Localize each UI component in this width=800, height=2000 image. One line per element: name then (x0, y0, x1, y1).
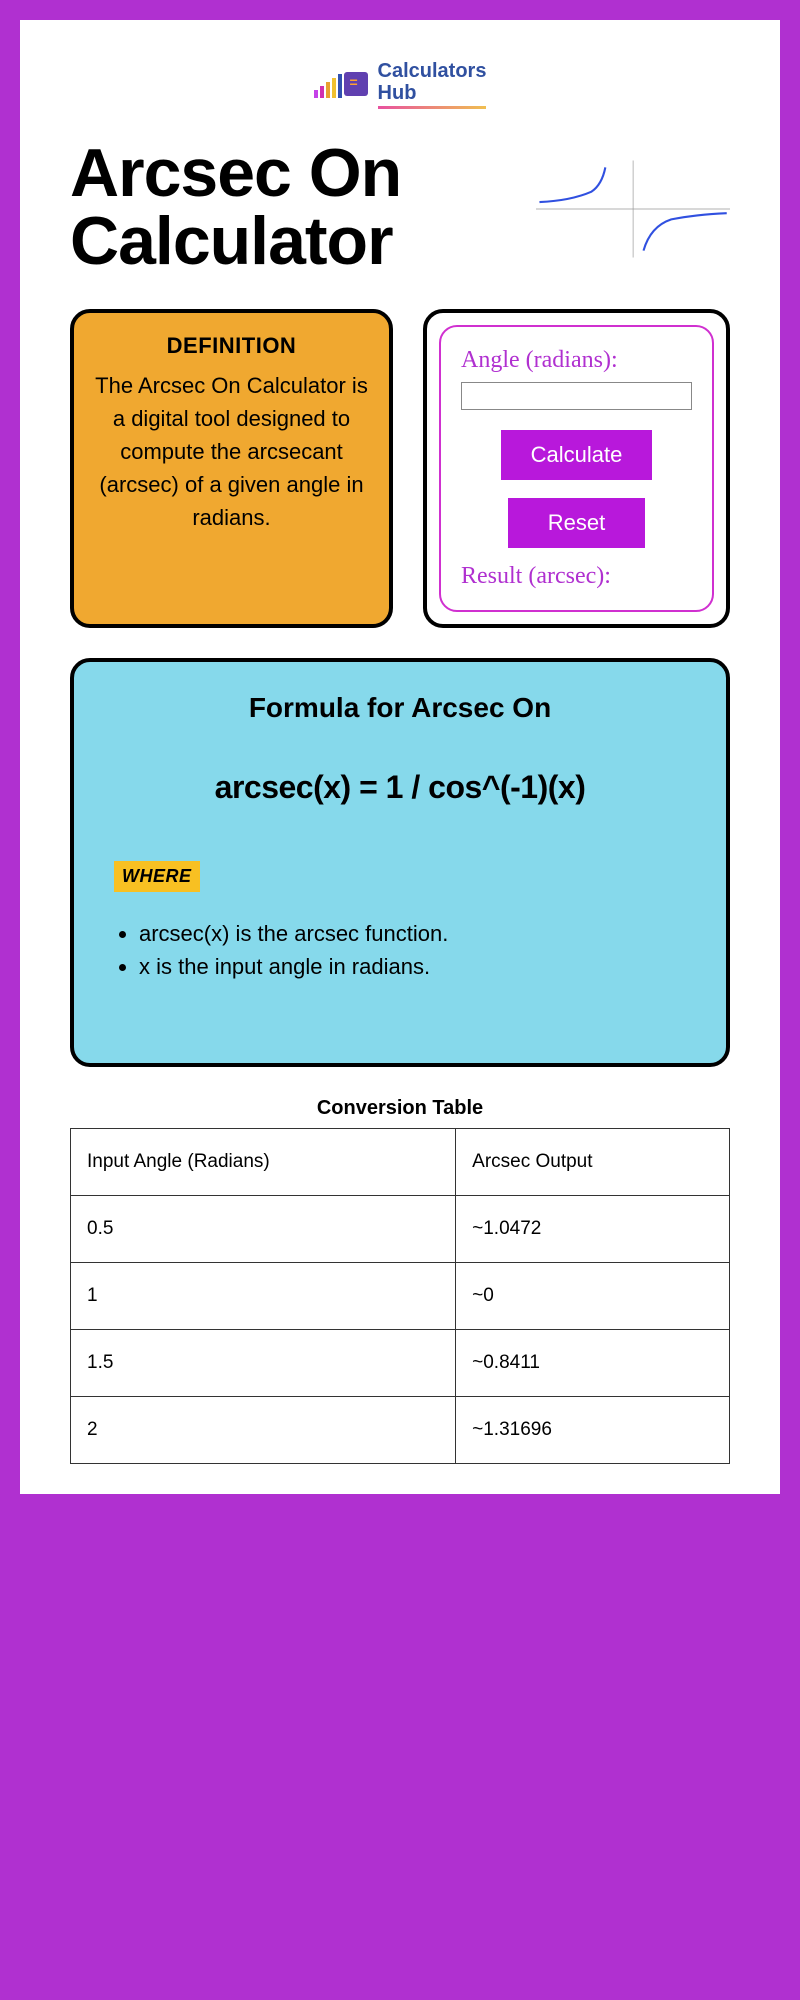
calculator-inner: Angle (radians): Calculate Reset Result … (439, 325, 714, 612)
table-cell: 0.5 (71, 1196, 456, 1263)
formula-expression: arcsec(x) = 1 / cos^(-1)(x) (114, 769, 686, 806)
definition-text: The Arcsec On Calculator is a digital to… (94, 369, 369, 534)
table-row: 1.5 ~0.8411 (71, 1330, 730, 1397)
table-cell: ~0 (456, 1263, 730, 1330)
logo-line1: Calculators (378, 60, 487, 82)
table-row: 2 ~1.31696 (71, 1397, 730, 1464)
logo: Calculators Hub (70, 60, 730, 109)
table-title: Conversion Table (70, 1097, 730, 1120)
where-item: x is the input angle in radians. (139, 950, 686, 983)
calculator-card: Angle (radians): Calculate Reset Result … (423, 309, 730, 628)
header-row: Arcsec On Calculator (70, 139, 730, 279)
logo-icon (314, 72, 368, 98)
result-label: Result (arcsec): (461, 563, 692, 590)
definition-card: DEFINITION The Arcsec On Calculator is a… (70, 309, 393, 628)
table-header-row: Input Angle (Radians) Arcsec Output (71, 1129, 730, 1196)
table-cell: 1 (71, 1263, 456, 1330)
table-cell: ~1.0472 (456, 1196, 730, 1263)
formula-card: Formula for Arcsec On arcsec(x) = 1 / co… (70, 658, 730, 1067)
reset-button[interactable]: Reset (508, 498, 645, 548)
where-badge: WHERE (114, 861, 200, 892)
page-title: Arcsec On Calculator (70, 139, 536, 275)
table-cell: 1.5 (71, 1330, 456, 1397)
arcsec-graph (536, 139, 730, 279)
where-item: arcsec(x) is the arcsec function. (139, 917, 686, 950)
calc-buttons: Calculate Reset (461, 430, 692, 548)
table-cell: 2 (71, 1397, 456, 1464)
logo-line2: Hub (378, 82, 487, 109)
table-header: Arcsec Output (456, 1129, 730, 1196)
conversion-table: Input Angle (Radians) Arcsec Output 0.5 … (70, 1128, 730, 1464)
formula-heading: Formula for Arcsec On (114, 692, 686, 724)
angle-input[interactable] (461, 382, 692, 410)
table-cell: ~1.31696 (456, 1397, 730, 1464)
definition-heading: DEFINITION (94, 333, 369, 359)
table-header: Input Angle (Radians) (71, 1129, 456, 1196)
page-container: Calculators Hub Arcsec On Calculator DEF… (20, 20, 780, 1494)
where-list: arcsec(x) is the arcsec function. x is t… (114, 917, 686, 983)
angle-label: Angle (radians): (461, 347, 692, 374)
cards-row: DEFINITION The Arcsec On Calculator is a… (70, 309, 730, 628)
table-cell: ~0.8411 (456, 1330, 730, 1397)
table-row: 1 ~0 (71, 1263, 730, 1330)
logo-text: Calculators Hub (378, 60, 487, 109)
calculate-button[interactable]: Calculate (501, 430, 653, 480)
table-row: 0.5 ~1.0472 (71, 1196, 730, 1263)
